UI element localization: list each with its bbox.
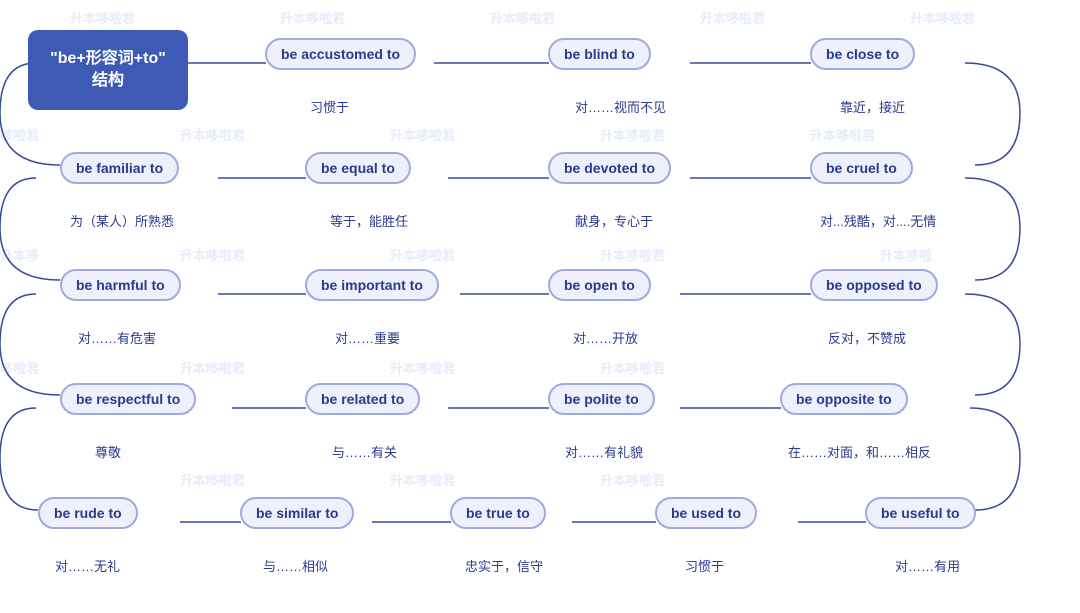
pill-p9: be important to (305, 269, 439, 301)
pill-p8: be harmful to (60, 269, 181, 301)
label-p2: 对……视而不见 (575, 97, 666, 116)
label-p1: 习惯于 (310, 97, 349, 116)
pill-p3: be close to (810, 38, 915, 70)
pill-p12: be respectful to (60, 383, 196, 415)
pill-p7: be cruel to (810, 152, 913, 184)
pill-p13: be related to (305, 383, 420, 415)
pill-p4: be familiar to (60, 152, 179, 184)
pill-p14: be polite to (548, 383, 655, 415)
title-line1: "be+形容词+to" (50, 50, 166, 67)
pill-p19: be used to (655, 497, 757, 529)
pill-p10: be open to (548, 269, 651, 301)
label-p18: 忠实于，信守 (465, 556, 543, 575)
label-p4: 为（某人）所熟悉 (70, 211, 174, 230)
pill-p18: be true to (450, 497, 546, 529)
pill-p2: be blind to (548, 38, 651, 70)
label-p20: 对……有用 (895, 556, 960, 575)
pill-p20: be useful to (865, 497, 976, 529)
pill-p15: be opposite to (780, 383, 908, 415)
label-p7: 对...残酷，对....无情 (820, 211, 936, 230)
label-p14: 对……有礼貌 (565, 442, 643, 461)
pill-p17: be similar to (240, 497, 354, 529)
label-p15: 在……对面，和……相反 (788, 442, 931, 461)
pill-p1: be accustomed to (265, 38, 416, 70)
label-p19: 习惯于 (685, 556, 724, 575)
label-p16: 对……无礼 (55, 556, 120, 575)
label-p9: 对……重要 (335, 328, 400, 347)
label-p8: 对……有危害 (78, 328, 156, 347)
pill-p5: be equal to (305, 152, 411, 184)
main-container: "be+形容词+to" 结构 be accustomed to 习惯于 be bli… (0, 0, 1080, 613)
label-p5: 等于，能胜任 (330, 211, 408, 230)
label-p3: 靠近，接近 (840, 97, 905, 116)
label-p13: 与……有关 (332, 442, 397, 461)
label-p11: 反对，不赞成 (828, 328, 906, 347)
title-text: "be+形容词+to" 结构 (50, 48, 166, 93)
pill-p11: be opposed to (810, 269, 938, 301)
label-p17: 与……相似 (263, 556, 328, 575)
label-p6: 献身，专心于 (575, 211, 653, 230)
label-p10: 对……开放 (573, 328, 638, 347)
title-box: "be+形容词+to" 结构 (28, 30, 188, 110)
pill-p16: be rude to (38, 497, 138, 529)
label-p12: 尊敬 (95, 442, 121, 461)
title-line2: 结构 (92, 72, 124, 89)
pill-p6: be devoted to (548, 152, 671, 184)
